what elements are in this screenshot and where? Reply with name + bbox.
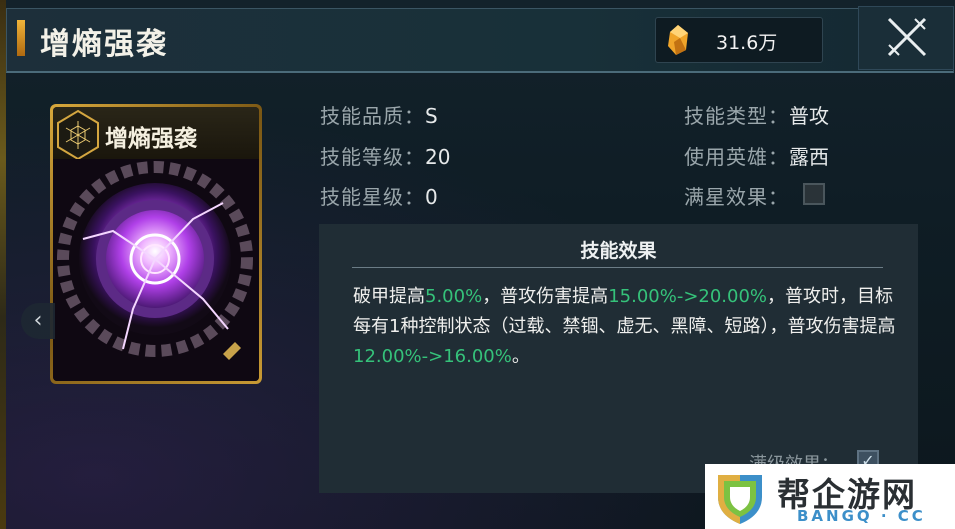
currency-value: 31.6万 — [716, 32, 778, 54]
effect-highlight-1: 5.00% — [425, 286, 483, 307]
effect-text-1: 破甲提高 — [353, 286, 425, 307]
skill-card: 增熵强袭 — [50, 104, 262, 384]
watermark-subtext: BANGQ · CC — [797, 507, 926, 525]
title-accent — [17, 20, 25, 56]
crossed-swords-close-icon — [887, 17, 927, 57]
effect-divider — [352, 267, 883, 268]
quality-value: S — [425, 104, 438, 128]
card-header: 增熵强袭 — [53, 107, 259, 161]
skill-art-image — [53, 159, 259, 381]
star-row: 技能星级：0 — [320, 181, 438, 210]
quality-label: 技能品质： — [320, 104, 425, 128]
effect-description: 破甲提高5.00%，普攻伤害提高15.00%->20.00%，普攻时，目标每有1… — [353, 282, 898, 372]
max-star-checkbox[interactable] — [803, 183, 825, 205]
currency-display[interactable]: 31.6万 — [655, 17, 823, 63]
previous-arrow-button[interactable]: ‹ — [21, 303, 55, 339]
quality-row: 技能品质：S — [320, 100, 438, 129]
effect-highlight-2: 15.00%->20.00% — [608, 286, 768, 307]
watermark: 帮企游网 BANGQ · CC — [705, 464, 955, 529]
hero-value: 露西 — [789, 145, 829, 169]
shield-logo-icon — [718, 475, 762, 524]
effect-highlight-3: 12.00%->16.00% — [353, 346, 512, 367]
star-value: 0 — [425, 185, 438, 209]
page-title: 增熵强袭 — [40, 27, 168, 62]
max-star-label: 满星效果： — [684, 185, 789, 209]
hero-label: 使用英雄： — [684, 145, 789, 169]
hero-row: 使用英雄：露西 — [684, 141, 829, 170]
card-name: 增熵强袭 — [105, 125, 197, 152]
effect-panel: 技能效果 破甲提高5.00%，普攻伤害提高15.00%->20.00%，普攻时，… — [319, 224, 918, 493]
type-label: 技能类型： — [684, 104, 789, 128]
max-star-row: 满星效果： — [684, 181, 789, 210]
type-value: 普攻 — [789, 104, 829, 128]
effect-title: 技能效果 — [580, 240, 657, 262]
effect-text-2: ，普攻伤害提高 — [482, 286, 609, 307]
level-label: 技能等级： — [320, 145, 425, 169]
type-row: 技能类型：普攻 — [684, 100, 829, 129]
close-button[interactable] — [858, 6, 954, 70]
web-hex-icon — [57, 109, 99, 161]
effect-text-4: 。 — [511, 346, 530, 367]
crystal-icon — [668, 25, 688, 55]
star-label: 技能星级： — [320, 185, 425, 209]
level-row: 技能等级：20 — [320, 141, 450, 170]
level-value: 20 — [425, 145, 451, 169]
left-edge-decoration — [0, 0, 6, 529]
